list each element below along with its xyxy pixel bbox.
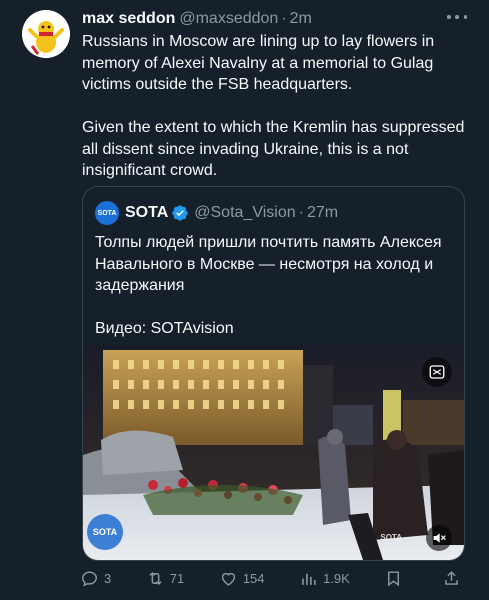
bookmark-button[interactable] xyxy=(384,569,407,588)
quoted-paragraph: Толпы людей пришли почтить память Алексе… xyxy=(95,234,442,294)
quoted-tweet[interactable]: SOTA SOTA @Sota_Vision · 27m Толпы людей… xyxy=(82,186,465,561)
more-icon[interactable] xyxy=(447,9,467,25)
reply-button[interactable]: 3 xyxy=(80,569,111,588)
views-button[interactable]: 1.9K xyxy=(299,569,350,588)
quoted-tweet-header: SOTA SOTA @Sota_Vision · 27m xyxy=(95,201,452,225)
tweet-paragraph: Russians in Moscow are lining up to lay … xyxy=(82,33,435,93)
quoted-author-handle[interactable]: @Sota_Vision xyxy=(194,204,295,222)
bookmark-icon xyxy=(388,570,400,586)
mute-icon[interactable] xyxy=(426,525,452,551)
quoted-tweet-time[interactable]: 27m xyxy=(307,204,338,222)
reply-icon xyxy=(82,570,97,586)
video-media[interactable]: SOTA SOTA xyxy=(83,345,464,560)
views-count: 1.9K xyxy=(323,570,350,586)
like-button[interactable]: 154 xyxy=(219,569,265,588)
quoted-paragraph: Видео: SOTAvision xyxy=(95,320,234,337)
repost-count: 71 xyxy=(169,570,185,586)
repost-button[interactable]: 71 xyxy=(146,569,184,588)
tweet: max seddon @maxseddon · 2m Russians in M… xyxy=(0,0,489,600)
reply-count: 3 xyxy=(104,570,112,586)
video-frame xyxy=(83,345,464,560)
quoted-author-avatar[interactable]: SOTA xyxy=(95,201,119,225)
separator-dot: · xyxy=(298,204,304,221)
quoted-tweet-text: Толпы людей пришли почтить память Алексе… xyxy=(95,232,455,340)
quoted-author-name[interactable]: SOTA xyxy=(125,204,168,222)
tweet-header: max seddon @maxseddon · 2m xyxy=(82,9,477,29)
separator-dot: · xyxy=(281,10,287,27)
share-icon xyxy=(445,570,458,585)
like-icon xyxy=(221,572,235,586)
views-icon xyxy=(302,573,316,585)
share-button[interactable] xyxy=(442,569,465,588)
verified-icon xyxy=(171,204,189,222)
tweet-time[interactable]: 2m xyxy=(290,10,312,28)
gif-icon[interactable] xyxy=(422,357,452,387)
repost-icon xyxy=(149,571,162,585)
sota-watermark-logo: SOTA xyxy=(87,514,123,550)
author-handle[interactable]: @maxseddon xyxy=(179,10,278,28)
author-avatar[interactable] xyxy=(22,10,70,58)
tweet-text: Russians in Moscow are lining up to lay … xyxy=(82,31,477,182)
like-count: 154 xyxy=(242,570,265,586)
sota-watermark-text: SOTA xyxy=(380,533,402,542)
tweet-actions: 3 71 154 1.9K xyxy=(80,565,465,591)
author-name[interactable]: max seddon xyxy=(82,10,175,28)
tweet-paragraph: Given the extent to which the Kremlin ha… xyxy=(82,119,465,179)
